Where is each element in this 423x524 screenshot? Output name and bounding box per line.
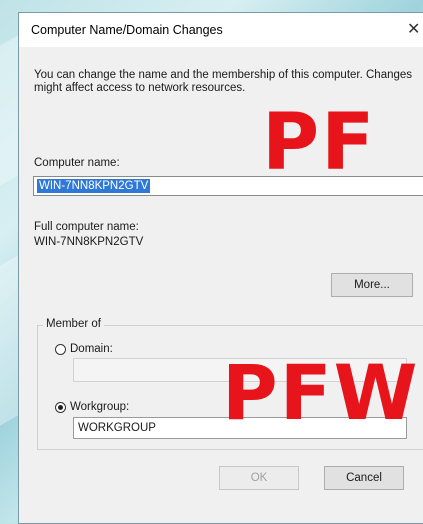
domain-radio[interactable] [55, 344, 66, 355]
member-of-legend: Member of [43, 318, 104, 330]
background-stripe [0, 254, 20, 426]
ok-button[interactable]: OK [219, 466, 299, 490]
window-title: Computer Name/Domain Changes [31, 23, 223, 37]
computer-name-dialog: Computer Name/Domain Changes ✕ You can c… [18, 12, 423, 524]
more-button[interactable]: More... [331, 273, 413, 297]
background-stripe [0, 34, 20, 186]
close-icon[interactable]: ✕ [407, 19, 420, 39]
full-name-label: Full computer name: [34, 221, 139, 233]
computer-name-label: Computer name: [34, 157, 120, 169]
title-bar: Computer Name/Domain Changes ✕ [19, 13, 423, 47]
full-name-value: WIN-7NN8KPN2GTV [34, 236, 144, 248]
workgroup-label[interactable]: Workgroup: [70, 401, 129, 413]
cancel-button[interactable]: Cancel [324, 466, 404, 490]
annotation-pf: PF [262, 98, 377, 188]
radio-selected-dot [58, 405, 63, 410]
computer-name-value: WIN-7NN8KPN2GTV [37, 179, 151, 193]
workgroup-radio[interactable] [55, 402, 66, 413]
workgroup-value: WORKGROUP [78, 422, 156, 434]
annotation-pfw: PFW [222, 348, 420, 437]
domain-label[interactable]: Domain: [70, 343, 113, 355]
description-text: You can change the name and the membersh… [34, 69, 413, 94]
